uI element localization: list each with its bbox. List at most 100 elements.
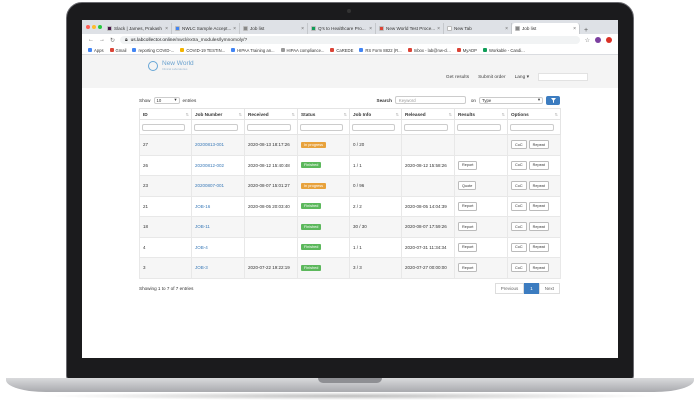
column-header[interactable]: Received ⇅: [244, 108, 298, 120]
back-icon[interactable]: ←: [88, 37, 94, 43]
next-button[interactable]: Next: [538, 282, 560, 294]
report-button[interactable]: Report: [458, 222, 478, 232]
column-filter-input[interactable]: [300, 123, 344, 131]
job-number-link[interactable]: JOB-3: [195, 265, 208, 270]
tab-close-icon[interactable]: ×: [505, 26, 508, 32]
bookmark-item[interactable]: RS Form 8822 (R...: [359, 48, 402, 53]
column-filter-input[interactable]: [352, 123, 396, 131]
report-button[interactable]: Report: [458, 201, 478, 211]
tab-favicon-icon: [243, 26, 248, 31]
bookmark-item[interactable]: reporting COVID-...: [132, 48, 174, 53]
received-date: 2020-08-13 18:17:26: [248, 142, 290, 148]
column-header[interactable]: Released ⇅: [401, 108, 455, 120]
repeat-button[interactable]: Repeat: [528, 181, 549, 191]
tab-close-icon[interactable]: ×: [165, 26, 168, 32]
coc-button[interactable]: CoC: [511, 263, 527, 273]
filter-button[interactable]: [546, 95, 560, 105]
received-date-cell: [244, 236, 298, 258]
repeat-button[interactable]: Repeat: [528, 140, 549, 150]
column-filter-input[interactable]: [142, 123, 186, 131]
column-header[interactable]: Job Info ⇅: [349, 108, 402, 120]
browser-tab[interactable]: NWLC Sample Accept... ×: [172, 23, 240, 34]
repeat-button[interactable]: Repeat: [528, 263, 549, 273]
bookmark-item[interactable]: Workable - Candi...: [482, 48, 525, 53]
nav-submit-order[interactable]: Submit order: [478, 75, 505, 80]
column-header-label: ID: [143, 111, 148, 117]
nav-lang[interactable]: Lang ▾: [515, 75, 529, 80]
job-number-link[interactable]: 20200812-002: [195, 163, 224, 168]
column-header[interactable]: Options ⇅: [507, 108, 561, 120]
column-header[interactable]: Results ⇅: [454, 108, 508, 120]
quote-button[interactable]: Quote: [458, 181, 477, 191]
job-id: 21: [143, 203, 149, 209]
browser-tab[interactable]: Job list ×: [512, 23, 580, 34]
bookmark-item[interactable]: Gmail: [109, 48, 126, 53]
profile-avatar[interactable]: [595, 37, 601, 43]
tab-close-icon[interactable]: ×: [369, 26, 372, 32]
extension-icon[interactable]: [606, 37, 612, 43]
bookmark-item[interactable]: COVID-19 TESTIN...: [180, 48, 225, 53]
column-filter-input[interactable]: [457, 123, 502, 131]
report-button[interactable]: Report: [458, 160, 478, 170]
url-field[interactable]: 🔒︎ us.labcollector.online/nwcl/extra_mod…: [120, 36, 580, 44]
coc-button[interactable]: CoC: [511, 242, 527, 252]
job-info: 30 / 30: [353, 224, 367, 230]
bookmark-item[interactable]: HIPAA Training an...: [231, 48, 275, 53]
browser-tab[interactable]: Job list ×: [240, 23, 308, 34]
browser-tab[interactable]: New World Test Proce... ×: [376, 23, 444, 34]
report-button[interactable]: Report: [458, 263, 478, 273]
browser-tab[interactable]: Slack | James, Prakash ×: [104, 23, 172, 34]
repeat-button[interactable]: Repeat: [528, 222, 549, 232]
page-1-button[interactable]: 1: [524, 282, 539, 294]
new-tab-button[interactable]: +: [580, 27, 592, 34]
repeat-button[interactable]: Repeat: [528, 160, 549, 170]
previous-button[interactable]: Previous: [494, 282, 525, 294]
keyword-input[interactable]: Keyword: [394, 96, 466, 104]
tab-close-icon[interactable]: ×: [301, 26, 304, 32]
job-number-link[interactable]: 20200807-001: [195, 183, 224, 188]
repeat-button[interactable]: Repeat: [528, 242, 549, 252]
coc-button[interactable]: CoC: [511, 201, 527, 211]
tab-close-icon[interactable]: ×: [437, 26, 440, 32]
nav-get-results[interactable]: Get results: [446, 75, 469, 80]
browser-tab[interactable]: Q's to Healthcare Pro... ×: [308, 23, 376, 34]
table-row: 4 JOB-4 Finished 1 / 1 2020-07-31 11:34:34 Re…: [139, 236, 561, 258]
coc-button[interactable]: CoC: [511, 160, 527, 170]
column-filter-input[interactable]: [247, 123, 292, 131]
column-filter-input[interactable]: [510, 123, 555, 131]
tab-close-icon[interactable]: ×: [573, 26, 576, 32]
report-button[interactable]: Report: [458, 242, 478, 252]
bookmark-item[interactable]: Inbox - lab@nw-cl...: [407, 48, 451, 53]
maximize-window-icon[interactable]: [98, 25, 102, 29]
tab-close-icon[interactable]: ×: [233, 26, 236, 32]
bookmark-star-icon[interactable]: ☆: [585, 37, 590, 44]
browser-tab[interactable]: New Tab ×: [444, 23, 512, 34]
close-window-icon[interactable]: [86, 25, 90, 29]
header-search-input[interactable]: [538, 73, 588, 81]
coc-button[interactable]: CoC: [511, 140, 527, 150]
job-number-link[interactable]: 20200813-001: [195, 142, 224, 147]
laptop-notch: [318, 378, 382, 383]
type-select[interactable]: Type ▾: [479, 96, 543, 104]
bookmark-item[interactable]: MyADP: [456, 48, 477, 53]
job-id-cell: 18: [139, 216, 192, 238]
coc-button[interactable]: CoC: [511, 222, 527, 232]
column-filter-input[interactable]: [404, 123, 449, 131]
job-number-link[interactable]: JOB-16: [195, 204, 210, 209]
column-header[interactable]: ID ⇅: [139, 108, 192, 120]
repeat-button[interactable]: Repeat: [528, 201, 549, 211]
bookmark-item[interactable]: CaREDE: [330, 48, 353, 53]
minimize-window-icon[interactable]: [92, 25, 96, 29]
bookmark-item[interactable]: HIPAA compliance...: [280, 48, 324, 53]
coc-button[interactable]: CoC: [511, 181, 527, 191]
bookmark-icon: [132, 48, 137, 52]
column-header[interactable]: Status ⇅: [297, 108, 350, 120]
bookmark-item[interactable]: Apps: [88, 48, 104, 53]
job-number-link[interactable]: JOB-11: [195, 224, 210, 229]
reload-icon[interactable]: ↻: [110, 37, 115, 44]
forward-icon[interactable]: →: [99, 37, 105, 43]
page-size-select[interactable]: 10 ▾: [153, 96, 180, 104]
column-filter-input[interactable]: [194, 123, 239, 131]
job-number-link[interactable]: JOB-4: [195, 245, 208, 250]
column-header[interactable]: Job Number ⇅: [191, 108, 245, 120]
